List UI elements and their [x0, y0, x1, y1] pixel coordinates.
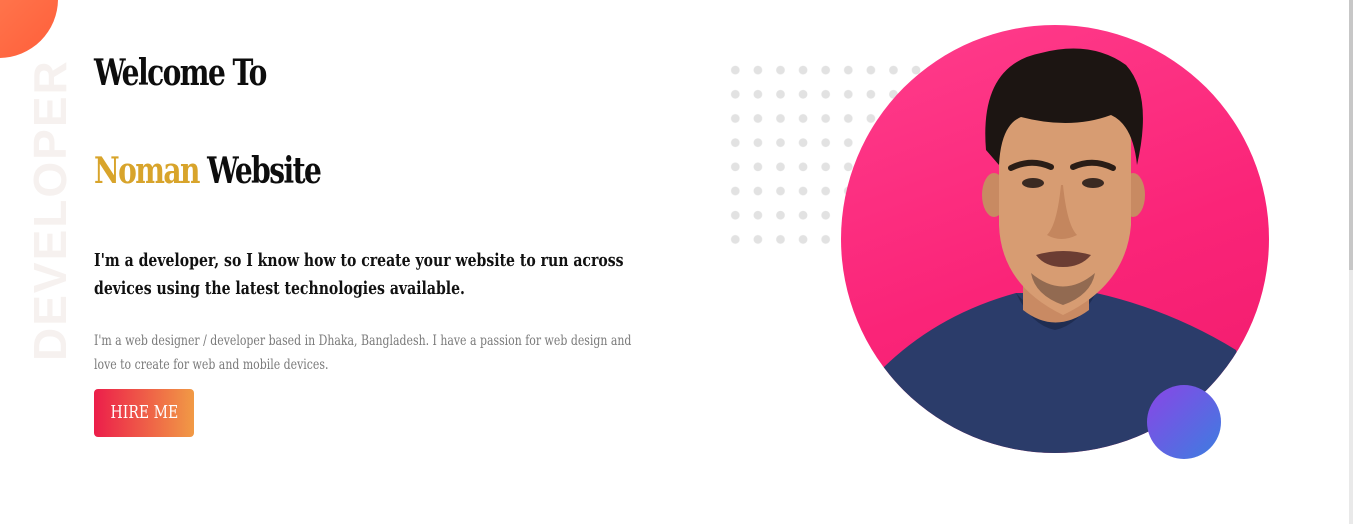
- page-scrollbar[interactable]: [1349, 0, 1353, 524]
- hire-me-button[interactable]: HIRE ME: [94, 389, 194, 437]
- decorative-corner-blob: [0, 0, 58, 58]
- scrollbar-thumb[interactable]: [1349, 0, 1353, 270]
- hero-text: Welcome To Noman Website I'm a developer…: [94, 45, 654, 437]
- portrait-illustration: [841, 48, 1269, 453]
- hero-title-welcome: Welcome To: [94, 52, 267, 94]
- hero-tagline: I'm a developer, so I know how to create…: [94, 250, 624, 299]
- hero-title-name: Noman Website: [94, 143, 531, 199]
- profile-photo: [841, 25, 1269, 453]
- hero-description: I'm a web designer / developer based in …: [94, 333, 632, 373]
- name-highlight: Noman: [94, 150, 200, 192]
- name-rest: Website: [207, 150, 322, 192]
- developer-watermark: DEVELOPER: [24, 59, 76, 361]
- hire-me-label: HIRE ME: [110, 402, 178, 423]
- decorative-small-circle: [1147, 385, 1221, 459]
